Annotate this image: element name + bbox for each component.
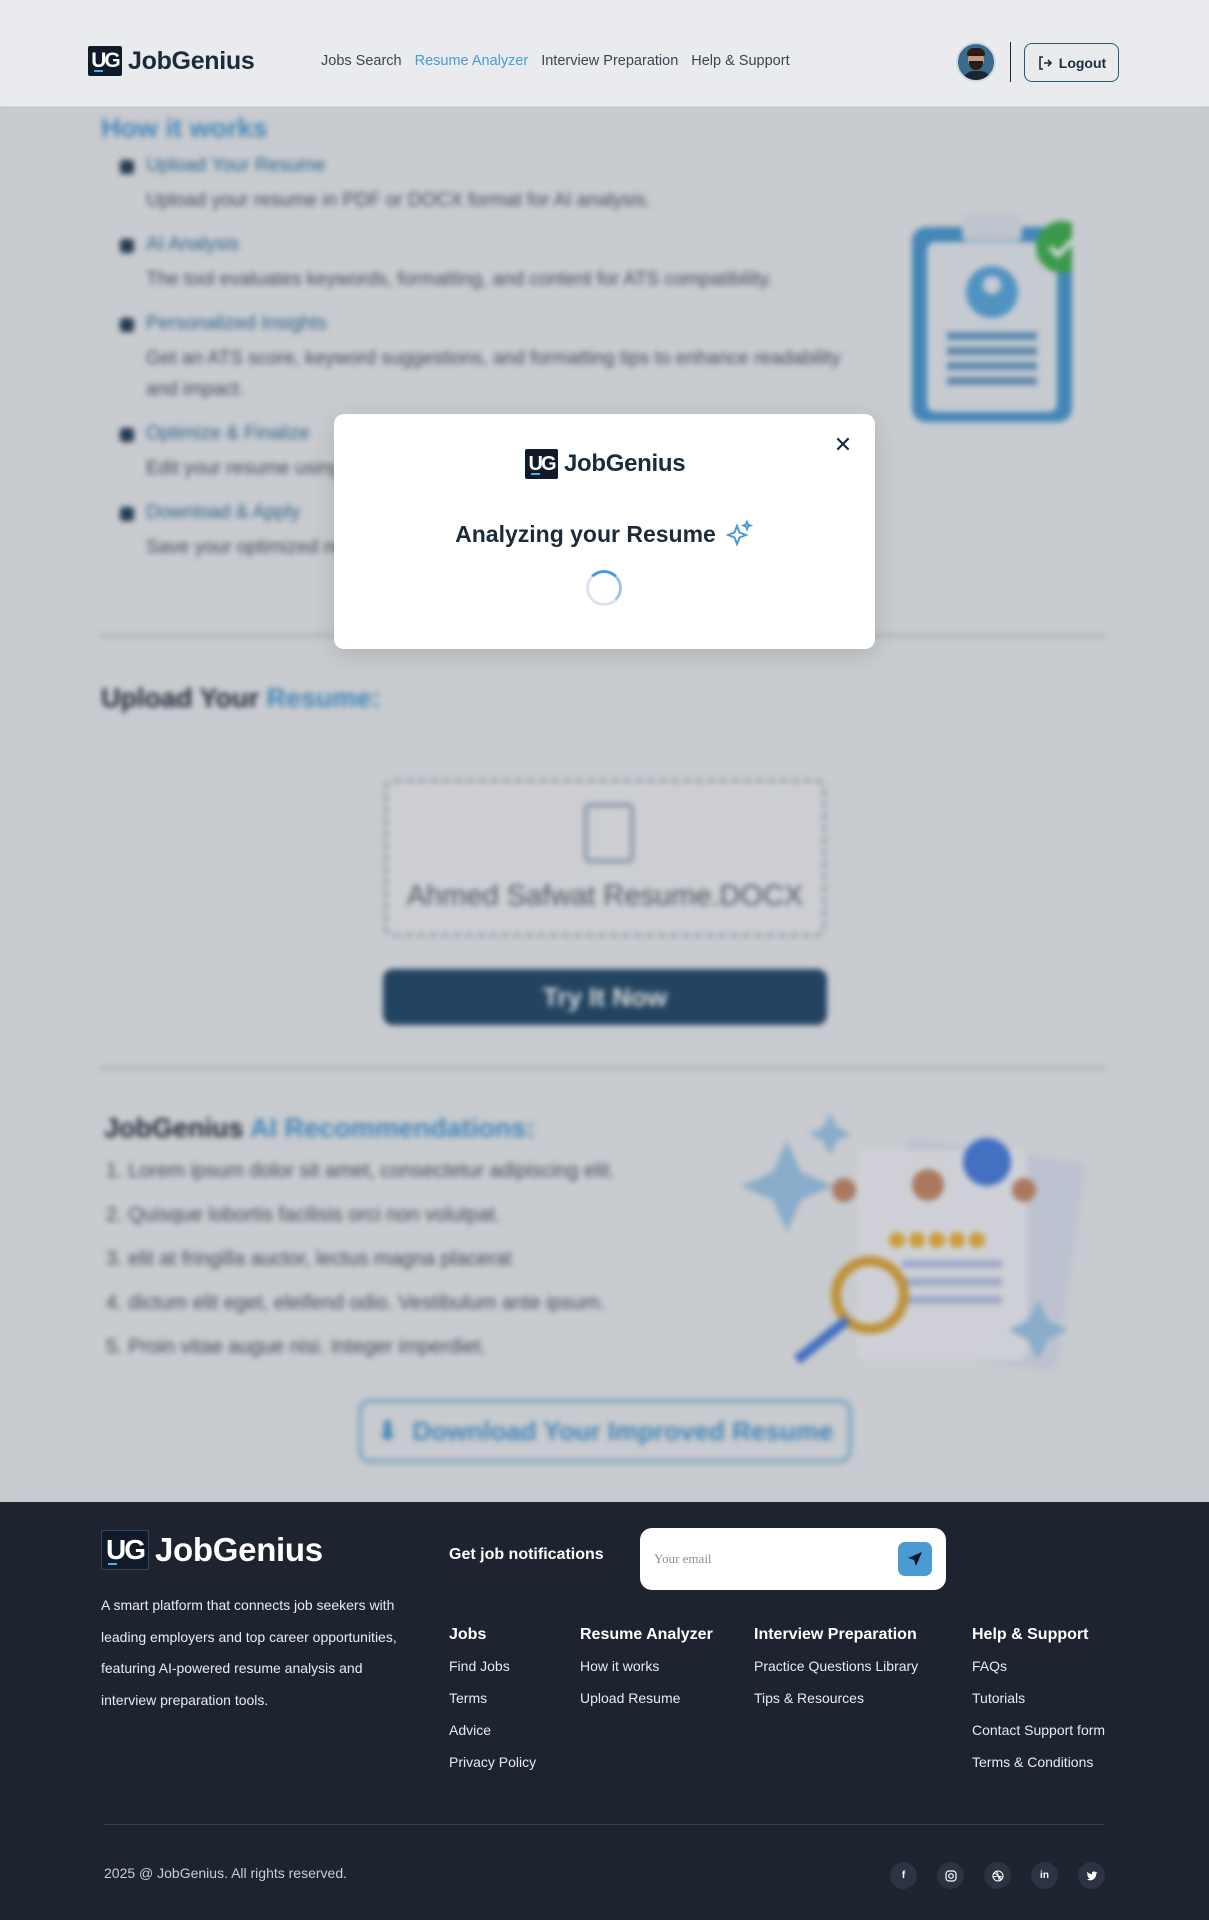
email-field[interactable]	[654, 1546, 884, 1572]
analyzing-text: Analyzing your Resume	[455, 520, 716, 547]
footer-col-interview-preparation: Interview Preparation Practice Questions…	[754, 1626, 918, 1720]
footer-link-advice[interactable]: Advice	[449, 1720, 536, 1752]
logo-mark-icon: UG	[101, 1530, 149, 1570]
footer-link-find-jobs[interactable]: Find Jobs	[449, 1656, 536, 1688]
logout-label: Logout	[1058, 54, 1107, 71]
footer-col-jobs: Jobs Find Jobs Terms Advice Privacy Poli…	[449, 1626, 536, 1784]
footer-link-terms[interactable]: Terms	[449, 1688, 536, 1720]
footer-col-title: Help & Support	[972, 1626, 1089, 1643]
footer-link-tips-resources[interactable]: Tips & Resources	[754, 1688, 918, 1720]
logout-icon	[1038, 55, 1052, 70]
nav-resume-analyzer[interactable]: Resume Analyzer	[415, 53, 529, 69]
footer-link-practice-questions[interactable]: Practice Questions Library	[754, 1656, 918, 1688]
modal-logo: UG JobGenius	[525, 449, 686, 479]
footer-link-contact-support[interactable]: Contact Support form	[972, 1720, 1105, 1752]
send-icon	[908, 1552, 922, 1566]
footer-logo-text: JobGenius	[155, 1531, 323, 1568]
footer-tagline: A smart platform that connects job seeke…	[101, 1597, 397, 1708]
footer-divider	[104, 1824, 1104, 1825]
nav-interview-preparation[interactable]: Interview Preparation	[541, 53, 678, 69]
modal-logo-text: JobGenius	[564, 450, 686, 477]
footer-col-title: Resume Analyzer	[580, 1626, 713, 1643]
header-divider	[1010, 42, 1011, 82]
footer-link-tutorials[interactable]: Tutorials	[972, 1688, 1105, 1720]
email-subscribe-box	[640, 1528, 946, 1590]
nav-help-support[interactable]: Help & Support	[691, 53, 789, 69]
copyright-text: 2025 @ JobGenius. All rights reserved.	[104, 1865, 348, 1881]
footer-link-privacy-policy[interactable]: Privacy Policy	[449, 1752, 536, 1784]
linkedin-icon[interactable]: in	[1031, 1862, 1058, 1889]
logo-text: JobGenius	[128, 46, 255, 75]
user-avatar[interactable]	[956, 42, 996, 82]
main-nav: Jobs Search Resume Analyzer Interview Pr…	[321, 53, 790, 69]
facebook-icon[interactable]: f	[890, 1862, 917, 1889]
nav-jobs-search[interactable]: Jobs Search	[321, 53, 402, 69]
dribbble-icon[interactable]	[984, 1862, 1011, 1889]
modal-backdrop[interactable]	[0, 0, 1209, 1502]
notifications-label: Get job notifications	[449, 1546, 604, 1563]
header-logo[interactable]: UG JobGenius	[88, 46, 255, 76]
close-icon[interactable]: ✕	[831, 433, 855, 457]
logout-button[interactable]: Logout	[1024, 43, 1119, 82]
footer-link-faqs[interactable]: FAQs	[972, 1656, 1105, 1688]
top-header: UG JobGenius Jobs Search Resume Analyzer…	[0, 0, 1209, 107]
analyzing-title: Analyzing your Resume	[334, 520, 875, 548]
footer-col-title: Interview Preparation	[754, 1626, 917, 1643]
analyzing-modal: UG JobGenius ✕ Analyzing your Resume	[334, 414, 875, 649]
site-footer: UG JobGenius A smart platform that conne…	[0, 1502, 1209, 1920]
instagram-icon[interactable]	[937, 1862, 964, 1889]
footer-logo[interactable]: UG JobGenius	[101, 1530, 323, 1570]
sparkle-icon	[725, 520, 754, 547]
footer-link-upload-resume[interactable]: Upload Resume	[580, 1688, 713, 1720]
footer-col-help-support: Help & Support FAQs Tutorials Contact Su…	[972, 1626, 1105, 1784]
logo-mark-icon: UG	[525, 449, 558, 479]
loading-spinner	[586, 570, 622, 606]
footer-col-resume-analyzer: Resume Analyzer How it works Upload Resu…	[580, 1626, 713, 1720]
logo-mark-icon: UG	[88, 46, 122, 76]
footer-link-how-it-works[interactable]: How it works	[580, 1656, 713, 1688]
social-links: f in	[890, 1862, 1105, 1889]
footer-col-title: Jobs	[449, 1626, 487, 1643]
footer-link-terms-conditions[interactable]: Terms & Conditions	[972, 1752, 1105, 1784]
twitter-icon[interactable]	[1078, 1862, 1105, 1889]
send-button[interactable]	[898, 1542, 932, 1576]
